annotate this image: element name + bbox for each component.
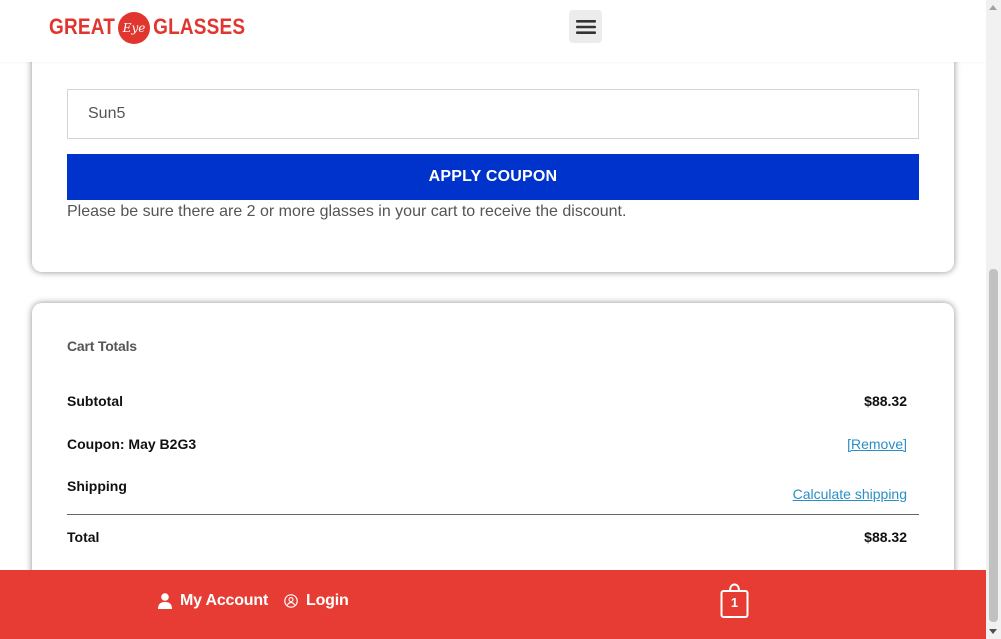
user-icon <box>158 593 172 609</box>
subtotal-label: Subtotal <box>67 393 123 409</box>
cart-totals-card: Cart Totals Subtotal $88.32 Coupon: May … <box>32 303 954 603</box>
my-account-label: My Account <box>180 592 269 609</box>
coupon-applied-label: Coupon: May B2G3 <box>67 436 197 452</box>
remove-coupon-link[interactable]: [Remove] <box>847 436 907 452</box>
my-account-link[interactable]: My Account <box>158 592 268 610</box>
scroll-up-arrow-icon[interactable] <box>989 5 997 10</box>
total-label: Total <box>67 529 100 545</box>
bottom-account-bar: My Account Login 1 <box>0 570 986 639</box>
page-scrollbar[interactable] <box>986 0 1001 639</box>
cart-totals-title: Cart Totals <box>67 338 137 354</box>
login-user-circle-icon <box>284 594 298 608</box>
hamburger-menu-button[interactable] <box>569 10 602 43</box>
total-value: $88.32 <box>864 529 907 545</box>
logo-eye-icon: Eye <box>118 12 151 44</box>
site-header: GREAT Eye GLASSES <box>0 0 986 62</box>
scroll-down-arrow-icon[interactable] <box>989 629 997 634</box>
coupon-discount-note: Please be sure there are 2 or more glass… <box>67 203 627 220</box>
totals-divider <box>67 514 919 515</box>
scrollbar-thumb[interactable] <box>989 269 998 622</box>
login-label: Login <box>306 592 349 609</box>
login-link[interactable]: Login <box>284 592 349 610</box>
cart-count-badge: 1 <box>730 595 739 610</box>
apply-coupon-button[interactable]: APPLY COUPON <box>67 154 919 200</box>
site-logo[interactable]: GREAT Eye GLASSES <box>49 11 245 45</box>
logo-word-glasses: GLASSES <box>153 15 246 40</box>
calculate-shipping-link[interactable]: Calculate shipping <box>793 486 907 502</box>
cart-button[interactable]: 1 <box>720 583 749 619</box>
shipping-label: Shipping <box>67 478 127 494</box>
page-viewport: Sun5 APPLY COUPON Please be sure there a… <box>0 0 986 639</box>
logo-word-great: GREAT <box>49 15 116 40</box>
subtotal-value: $88.32 <box>864 393 907 409</box>
hamburger-icon <box>575 19 596 34</box>
coupon-code-input[interactable]: Sun5 <box>67 89 919 139</box>
